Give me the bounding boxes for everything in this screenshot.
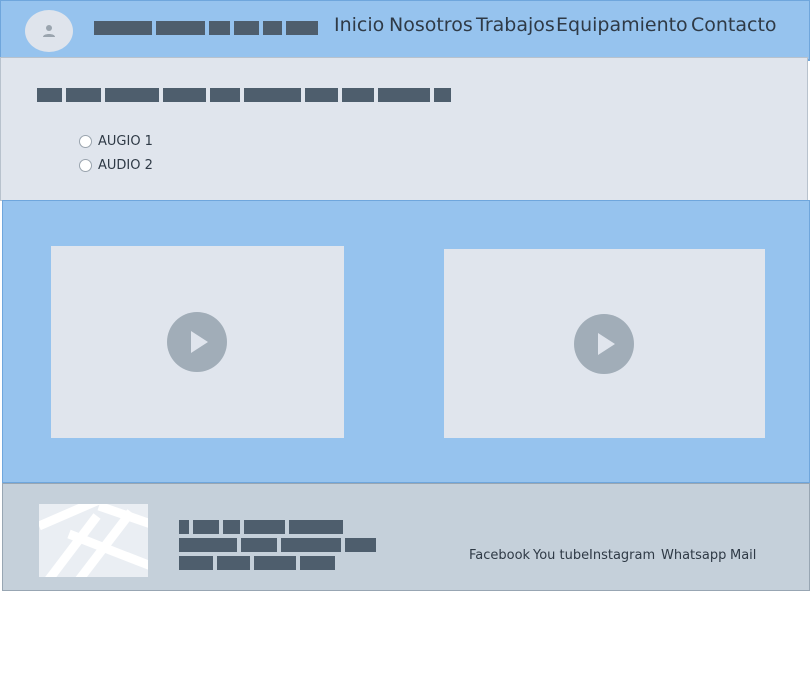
map-icon bbox=[39, 504, 148, 577]
social-facebook[interactable]: Facebook bbox=[469, 548, 530, 563]
video-section bbox=[2, 200, 810, 483]
video-player-2[interactable] bbox=[444, 249, 765, 438]
play-icon bbox=[191, 331, 208, 353]
social-mail[interactable]: Mail bbox=[730, 548, 756, 563]
nav-equipamiento[interactable]: Equipamiento bbox=[556, 14, 688, 36]
header: Inicio Nosotros Trabajos Equipamiento Co… bbox=[0, 0, 810, 61]
nav-contacto[interactable]: Contacto bbox=[691, 14, 777, 36]
avatar[interactable] bbox=[25, 10, 73, 52]
user-icon bbox=[43, 25, 55, 37]
audio-option-2[interactable]: AUDIO 2 bbox=[79, 157, 153, 173]
social-youtube[interactable]: You tube bbox=[533, 548, 589, 563]
audio-section: AUGIO 1 AUDIO 2 bbox=[0, 57, 808, 201]
footer: Facebook You tube Instagram Whatsapp Mai… bbox=[2, 483, 810, 591]
audio-2-radio[interactable] bbox=[79, 158, 92, 172]
play-icon bbox=[598, 333, 615, 355]
audio-1-label: AUGIO 1 bbox=[98, 133, 153, 149]
audio-option-1[interactable]: AUGIO 1 bbox=[79, 133, 153, 149]
video-player-1[interactable] bbox=[51, 246, 344, 438]
nav-trabajos[interactable]: Trabajos bbox=[476, 14, 555, 36]
audio-1-radio[interactable] bbox=[79, 134, 92, 148]
play-button-1[interactable] bbox=[167, 312, 227, 372]
social-instagram[interactable]: Instagram bbox=[589, 548, 655, 563]
play-button-2[interactable] bbox=[574, 314, 634, 374]
social-whatsapp[interactable]: Whatsapp bbox=[661, 548, 726, 563]
nav-nosotros[interactable]: Nosotros bbox=[389, 14, 473, 36]
nav-inicio[interactable]: Inicio bbox=[334, 14, 384, 36]
map-thumbnail[interactable] bbox=[39, 504, 148, 577]
audio-2-label: AUDIO 2 bbox=[98, 157, 153, 173]
